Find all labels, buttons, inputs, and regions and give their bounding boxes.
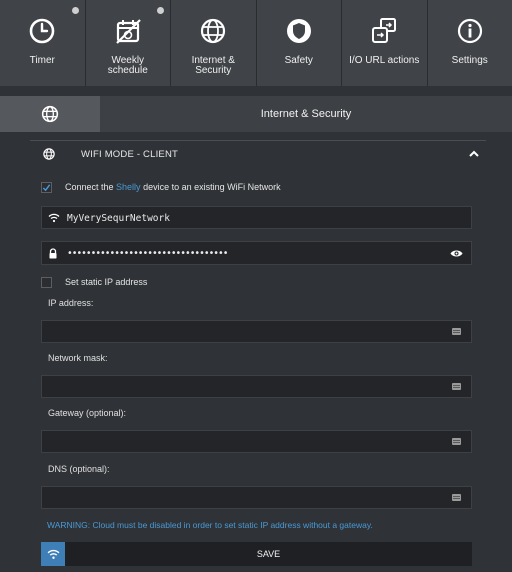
shield-icon [286,19,311,43]
ssid-input[interactable]: MyVerySequrNetwork [41,206,472,229]
nav-weekly-schedule[interactable]: Weekly schedule [85,0,171,86]
info-icon [457,18,482,44]
notification-dot [71,7,79,14]
shelly-link[interactable]: Shelly [116,182,141,192]
keyboard-icon[interactable] [452,438,461,445]
notification-dot [157,7,164,14]
warning-text: WARNING: Cloud must be disabled in order… [47,520,373,530]
nav-io-url-actions[interactable]: I/O URL actions [342,0,428,86]
section-header: Internet & Security [0,96,512,132]
globe-icon [43,148,55,160]
calendar-off-icon [115,19,141,44]
section-title: Internet & Security [260,108,352,120]
section-icon-tile [0,96,100,132]
globe-icon [41,105,59,123]
top-navigation: Timer Weekly schedule Internet & Securit… [0,0,512,86]
wifi-icon [47,549,59,559]
static-ip-label: Set static IP address [65,277,148,287]
dns-label: DNS (optional): [48,464,110,474]
keyboard-icon[interactable] [452,328,461,335]
lock-icon [49,248,57,259]
nav-label: Internet & Security [191,55,235,76]
nav-internet-security[interactable]: Internet & Security [171,0,257,86]
nav-label: Timer [29,55,55,66]
ip-address-label: IP address: [48,298,94,308]
nav-label: Safety [284,55,313,66]
nav-label: I/O URL actions [349,55,420,66]
save-label: SAVE [256,549,281,559]
wifi-icon [48,213,60,223]
ssid-value: MyVerySequrNetwork [67,213,170,224]
keyboard-icon[interactable] [452,494,461,501]
static-ip-checkbox[interactable] [41,277,52,288]
chevron-up-icon[interactable] [468,148,480,160]
nav-timer[interactable]: Timer [0,0,86,86]
nav-label: Settings [451,55,488,66]
url-actions-icon [372,18,397,43]
ip-address-input[interactable] [41,320,472,343]
nav-safety[interactable]: Safety [256,0,342,86]
password-input[interactable]: •••••••••••••••••••••••••••••••••• [41,241,472,265]
nav-settings[interactable]: Settings [427,0,512,86]
save-button[interactable]: SAVE [41,542,472,566]
wifi-icon [41,542,65,566]
connect-text-after: device to an existing WiFi Network [140,182,281,192]
eye-icon[interactable] [450,249,463,258]
connect-text-before: Connect the [65,182,117,192]
wifi-mode-title: WIFI MODE - CLIENT [81,149,179,160]
keyboard-icon[interactable] [452,383,461,390]
gateway-input[interactable] [41,430,472,453]
password-value: •••••••••••••••••••••••••••••••••• [67,248,228,259]
connect-label: Connect the Shelly device to an existing… [65,182,281,192]
network-mask-input[interactable] [41,375,472,398]
connect-checkbox[interactable] [41,182,52,193]
checkmark-icon [42,184,51,192]
network-mask-label: Network mask: [48,353,108,363]
gateway-label: Gateway (optional): [48,408,127,418]
globe-icon [201,18,226,44]
dns-input[interactable] [41,486,472,509]
nav-label: Weekly schedule [107,55,148,76]
wifi-mode-header[interactable]: WIFI MODE - CLIENT [30,141,486,169]
clock-icon [29,18,55,44]
